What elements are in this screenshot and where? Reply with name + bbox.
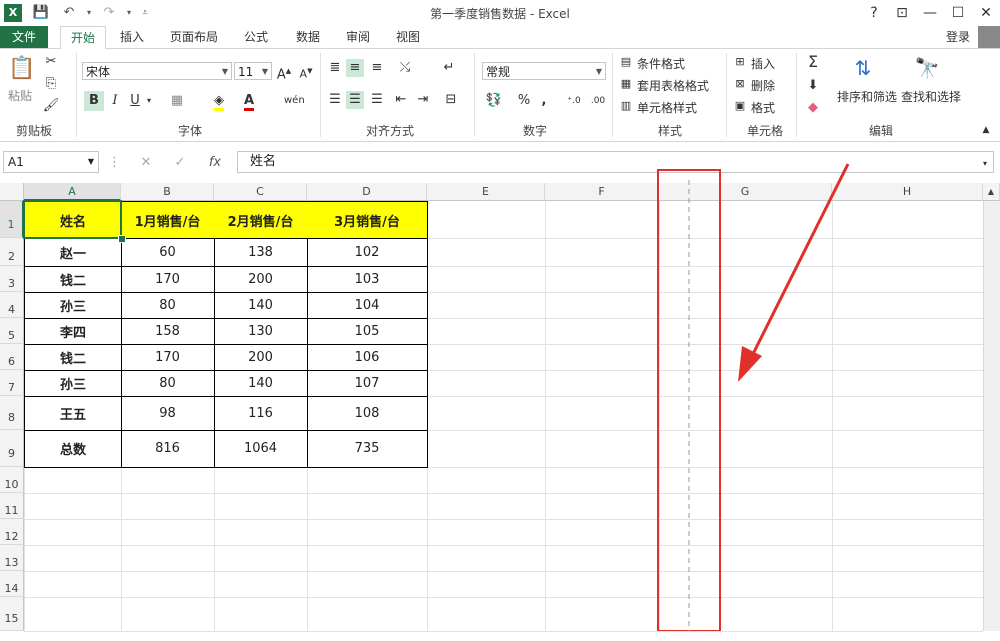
annotation-overlay (657, 163, 850, 631)
annotation-arrow-head (738, 346, 762, 382)
annotation-arrow-shaft (748, 163, 850, 361)
gridline-horizontal (24, 631, 983, 632)
